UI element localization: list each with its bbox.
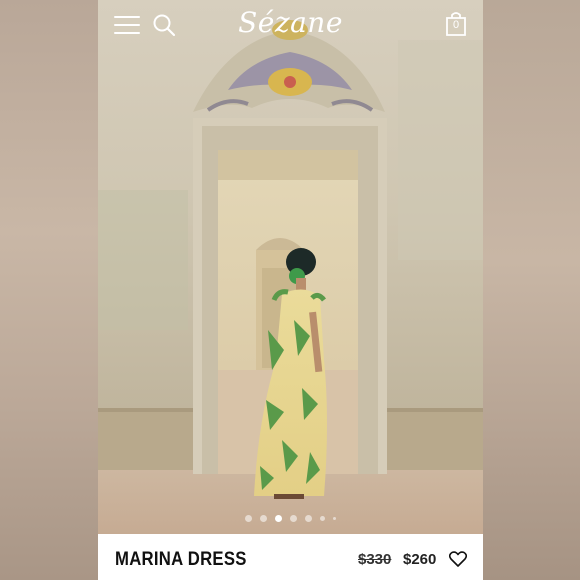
shopping-bag-icon[interactable]: 0: [445, 11, 467, 37]
bag-item-count: 0: [452, 19, 460, 31]
app-screen: Sézane 0 MARINA DRESS $330 $260: [98, 0, 483, 580]
carousel-indicator: [98, 510, 483, 528]
original-price: $330: [358, 551, 392, 568]
carousel-dot[interactable]: [290, 515, 297, 523]
sale-price: $260: [403, 551, 437, 568]
heart-icon[interactable]: [449, 551, 467, 567]
carousel-dot[interactable]: [245, 515, 252, 523]
product-name: MARINA DRESS: [115, 549, 247, 570]
brand-logo[interactable]: Sézane: [98, 6, 483, 39]
carousel-dot-active[interactable]: [275, 515, 282, 523]
carousel-dot[interactable]: [260, 515, 267, 523]
product-info-bar: MARINA DRESS $330 $260: [98, 534, 483, 580]
product-photo[interactable]: [98, 0, 483, 534]
blurred-background-right: [483, 0, 580, 580]
carousel-dot[interactable]: [333, 517, 336, 521]
top-navigation-bar: Sézane 0: [98, 0, 483, 50]
blurred-background-left: [0, 0, 98, 580]
carousel-dot[interactable]: [305, 515, 312, 523]
carousel-dot[interactable]: [320, 516, 325, 522]
